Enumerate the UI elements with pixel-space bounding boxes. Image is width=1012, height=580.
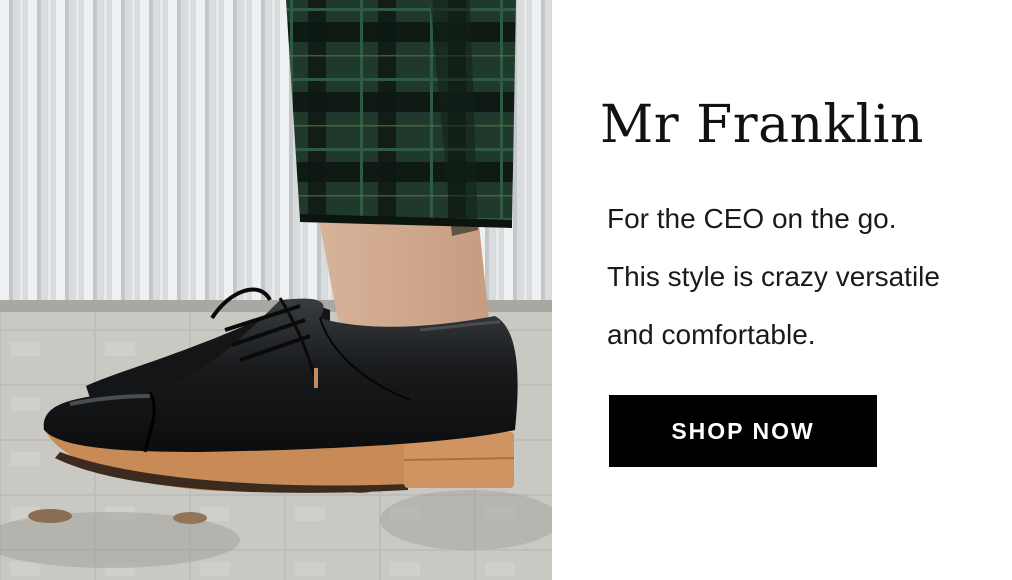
promo-content: Mr Franklin For the CEO on the go. This … [600, 0, 1012, 580]
description-line: This style is crazy versatile [607, 261, 940, 292]
product-title: Mr Franklin [600, 95, 924, 155]
product-description: For the CEO on the go. This style is cra… [607, 190, 1012, 364]
promo-banner: Mr Franklin For the CEO on the go. This … [0, 0, 1012, 580]
description-line: For the CEO on the go. [607, 203, 897, 234]
shop-now-button[interactable]: SHOP NOW [609, 395, 877, 467]
description-line: and comfortable. [607, 319, 816, 350]
product-photo [0, 0, 552, 580]
